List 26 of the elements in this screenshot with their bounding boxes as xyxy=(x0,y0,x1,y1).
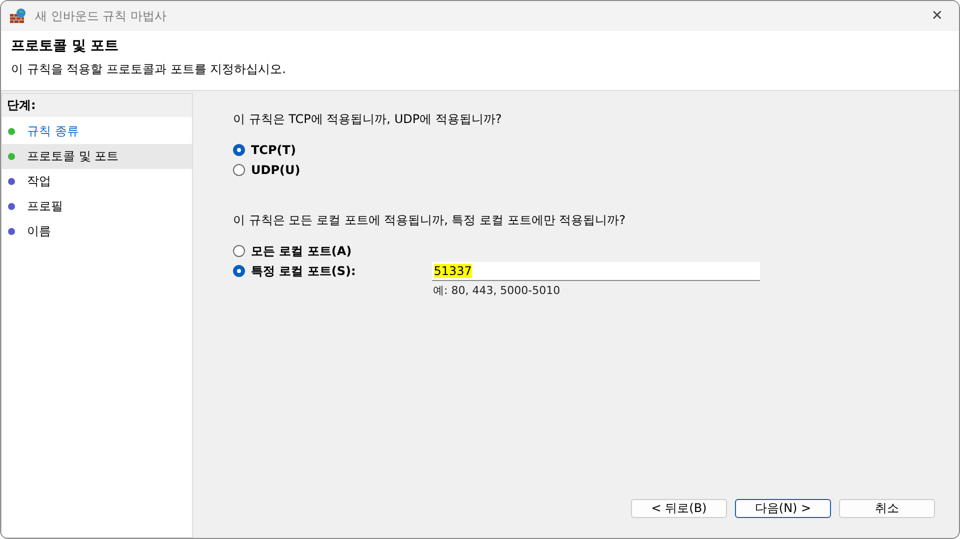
wizard-button[interactable]: < 뒤로(B) xyxy=(631,499,727,518)
step-item: 작업 xyxy=(2,169,192,194)
radio-label[interactable]: TCP(T) xyxy=(251,143,296,157)
steps-heading: 단계: xyxy=(2,94,192,117)
radio-label[interactable]: UDP(U) xyxy=(251,163,300,177)
step-item: 프로토콜 및 포트 xyxy=(2,144,192,169)
wizard-button[interactable]: 취소 xyxy=(839,499,935,518)
wizard-button[interactable]: 다음(N) > xyxy=(735,499,831,518)
radio-button[interactable] xyxy=(233,265,245,277)
radio-button[interactable] xyxy=(233,144,245,156)
window-title: 새 인바운드 규칙 마법사 xyxy=(35,8,168,24)
firewall-icon xyxy=(9,8,27,24)
radio-label[interactable]: 모든 로컬 포트(A) xyxy=(251,242,352,260)
question-text: 이 규칙은 모든 로컬 포트에 적용됩니까, 특정 로컬 포트에만 적용됩니까? xyxy=(233,212,627,229)
port-hint: 예: 80, 443, 5000-5010 xyxy=(433,283,562,298)
radio-label[interactable]: 특정 로컬 포트(S): xyxy=(251,262,356,280)
step-item: 프로필 xyxy=(2,194,192,219)
port-input-field[interactable]: 51337 xyxy=(432,262,760,280)
radio-button[interactable] xyxy=(233,245,245,257)
page-description: 이 규칙을 적용할 프로토콜과 포트를 지정하십시오. xyxy=(11,61,287,78)
page-title: 프로토콜 및 포트 xyxy=(11,37,120,55)
step-item[interactable]: 규칙 종류 xyxy=(2,119,192,144)
step-item: 이름 xyxy=(2,219,192,244)
question-text: 이 규칙은 TCP에 적용됩니까, UDP에 적용됩니까? xyxy=(233,111,503,128)
radio-button[interactable] xyxy=(233,164,245,176)
close-button[interactable]: ✕ xyxy=(923,8,951,24)
